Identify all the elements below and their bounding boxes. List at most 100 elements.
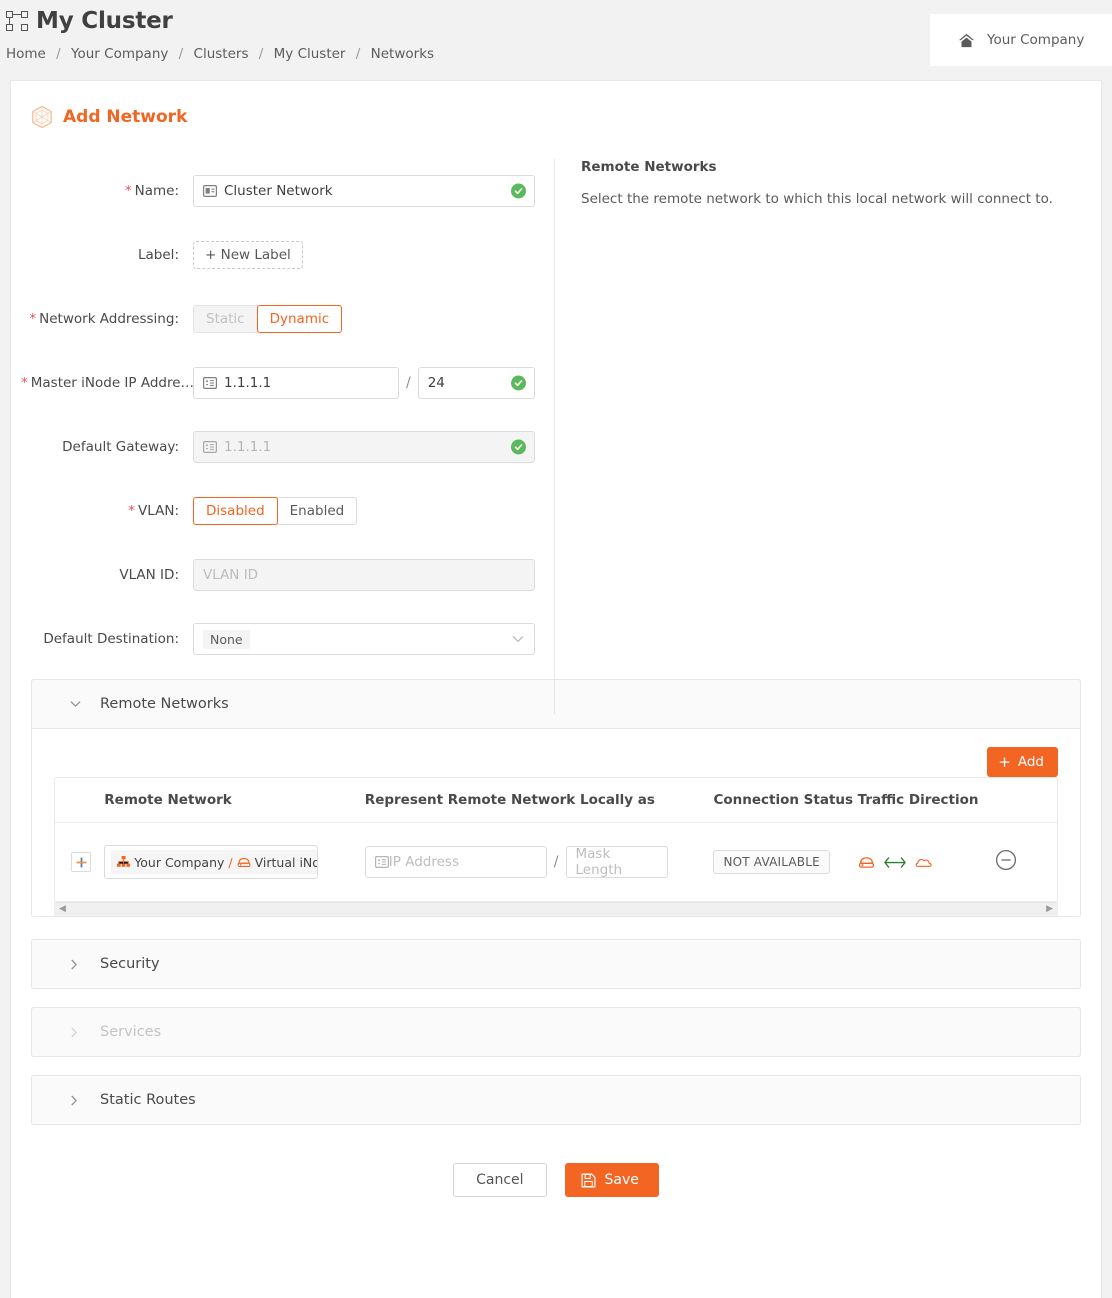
cell-represent-locally: IP Address / Mask Length (364, 823, 714, 902)
breadcrumb-item-your-company[interactable]: Your Company (71, 46, 168, 62)
field-label-default-gateway: Default Gateway: (62, 439, 179, 455)
add-remote-network-button[interactable]: + Add (987, 747, 1058, 777)
section-title-security: Security (100, 956, 160, 972)
vlan-option-enabled[interactable]: Enabled (276, 497, 358, 525)
network-form: * Name: Cluster Network Label: + New Lab… (11, 129, 1101, 714)
required-asterisk: * (124, 183, 132, 199)
ip-address-icon (374, 856, 389, 868)
horizontal-scrollbar[interactable]: ◀ ▶ (54, 902, 1058, 916)
ip-address-icon (203, 441, 217, 453)
cancel-button[interactable]: Cancel (453, 1163, 547, 1197)
section-security: Security (31, 939, 1081, 989)
field-row-vlan: * VLAN: Disabled Enabled (11, 479, 1101, 543)
field-label-vlan-id: VLAN ID: (119, 567, 179, 583)
chevron-right-icon (71, 1027, 77, 1037)
local-mask-placeholder: Mask Length (575, 846, 623, 878)
new-label-button[interactable]: + New Label (193, 241, 303, 269)
breadcrumb-separator: / (56, 46, 61, 62)
chip-part-company: Your Company (134, 854, 225, 870)
remote-networks-table: Remote Network Represent Remote Network … (55, 778, 1057, 901)
section-static-routes: Static Routes (31, 1075, 1081, 1125)
master-inode-mask-input[interactable]: 24 (417, 367, 535, 399)
bidirectional-arrow-icon (883, 856, 906, 868)
chevron-right-icon (71, 959, 77, 969)
plus-icon (76, 857, 86, 867)
field-label-name: * Name: (124, 183, 179, 199)
name-card-icon (203, 185, 217, 197)
table-header-remote-network: Remote Network (104, 778, 365, 823)
breadcrumb-separator: / (355, 46, 361, 62)
network-addressing-option-static: Static (193, 305, 258, 333)
table-header-row: Remote Network Represent Remote Network … (55, 778, 1057, 823)
required-asterisk: * (21, 375, 28, 391)
inode-icon (858, 856, 874, 868)
master-inode-ip-value: 1.1.1.1 (224, 375, 272, 391)
section-title-services: Services (100, 1024, 162, 1040)
save-button[interactable]: Save (564, 1163, 659, 1197)
breadcrumb-item-clusters[interactable]: Clusters (194, 46, 249, 62)
vlan-toggle: Disabled Enabled (193, 497, 358, 525)
master-inode-mask-value: 24 (427, 375, 445, 391)
field-row-default-gateway: Default Gateway: 1.1.1.1 (11, 415, 1101, 479)
section-title-static-routes: Static Routes (100, 1092, 196, 1108)
local-representation-group: IP Address / Mask Length (364, 846, 714, 878)
ip-address-icon (203, 377, 217, 389)
local-mask-input[interactable]: Mask Length (565, 846, 668, 878)
ip-mask-separator: / (406, 375, 411, 391)
remote-network-chip: Your Company / Virtual iNode (111, 850, 318, 874)
status-badge: NOT AVAILABLE (713, 850, 830, 874)
table-header-expand (55, 778, 105, 823)
top-bar: My Cluster Home / Your Company / Cluster… (0, 0, 1112, 80)
table-header-represent-locally: Represent Remote Network Locally as (364, 778, 714, 823)
cell-traffic-direction (858, 823, 995, 902)
table-header-actions (995, 778, 1057, 823)
org-tree-icon (117, 856, 131, 867)
hexagon-network-icon (32, 105, 52, 129)
chevron-down-icon (512, 636, 524, 643)
local-ip-placeholder: IP Address (388, 854, 459, 870)
scroll-left-arrow[interactable]: ◀ (59, 905, 66, 914)
network-addressing-option-dynamic[interactable]: Dynamic (256, 305, 343, 333)
section-header-services: Services (32, 1008, 1080, 1056)
valid-check-icon (511, 439, 526, 455)
section-title-remote-networks: Remote Networks (100, 696, 229, 712)
side-panel: Remote Networks Select the remote networ… (581, 159, 1081, 207)
valid-check-icon (510, 375, 526, 391)
cell-expand (55, 823, 104, 902)
table-row: Your Company / Virtual iNode (55, 823, 1057, 902)
company-selector[interactable]: Your Company (930, 14, 1112, 66)
vlan-option-disabled[interactable]: Disabled (193, 497, 278, 525)
cluster-icon (6, 11, 28, 31)
cell-connection-status: NOT AVAILABLE (713, 823, 857, 902)
traffic-direction-group[interactable] (858, 856, 995, 869)
master-inode-ip-input[interactable]: 1.1.1.1 (193, 367, 399, 399)
section-header-static-routes[interactable]: Static Routes (32, 1076, 1080, 1124)
chip-part-inode: Virtual iNode (254, 854, 318, 870)
name-input[interactable]: Cluster Network (193, 175, 535, 207)
breadcrumb-item-networks[interactable]: Networks (371, 46, 434, 62)
local-ip-mask-separator: / (553, 854, 559, 870)
master-inode-ip-group: 1.1.1.1 / 24 (193, 367, 1101, 399)
breadcrumb-item-my-cluster[interactable]: My Cluster (274, 46, 346, 62)
section-header-remote-networks[interactable]: Remote Networks (32, 680, 1080, 728)
remote-networks-table-wrapper: Remote Network Represent Remote Network … (54, 777, 1058, 902)
add-network-card: Add Network * Name: Cluster Network Labe… (10, 80, 1102, 1298)
default-gateway-input: 1.1.1.1 (193, 431, 535, 463)
local-ip-input[interactable]: IP Address (364, 846, 547, 878)
expand-row-button[interactable] (71, 852, 91, 872)
remote-network-select[interactable]: Your Company / Virtual iNode (104, 845, 319, 879)
section-header-security[interactable]: Security (32, 940, 1080, 988)
default-destination-value: None (203, 629, 250, 649)
breadcrumb-separator: / (178, 46, 184, 62)
default-destination-select[interactable]: None (193, 623, 535, 655)
breadcrumb-item-home[interactable]: Home (6, 46, 46, 62)
scroll-right-arrow[interactable]: ▶ (1046, 905, 1053, 914)
section-body-remote-networks: + Add Remote Network Represent Remote Ne… (32, 728, 1080, 916)
field-label-vlan: * VLAN: (128, 503, 179, 519)
table-header-traffic-direction: Traffic Direction (857, 778, 996, 823)
field-row-vlan-id: VLAN ID: VLAN ID (11, 543, 1101, 607)
form-actions: Cancel Save (11, 1139, 1101, 1197)
remove-circle-icon[interactable] (995, 849, 1017, 871)
breadcrumb-separator: / (258, 46, 264, 62)
cell-remote-network: Your Company / Virtual iNode (104, 823, 365, 902)
